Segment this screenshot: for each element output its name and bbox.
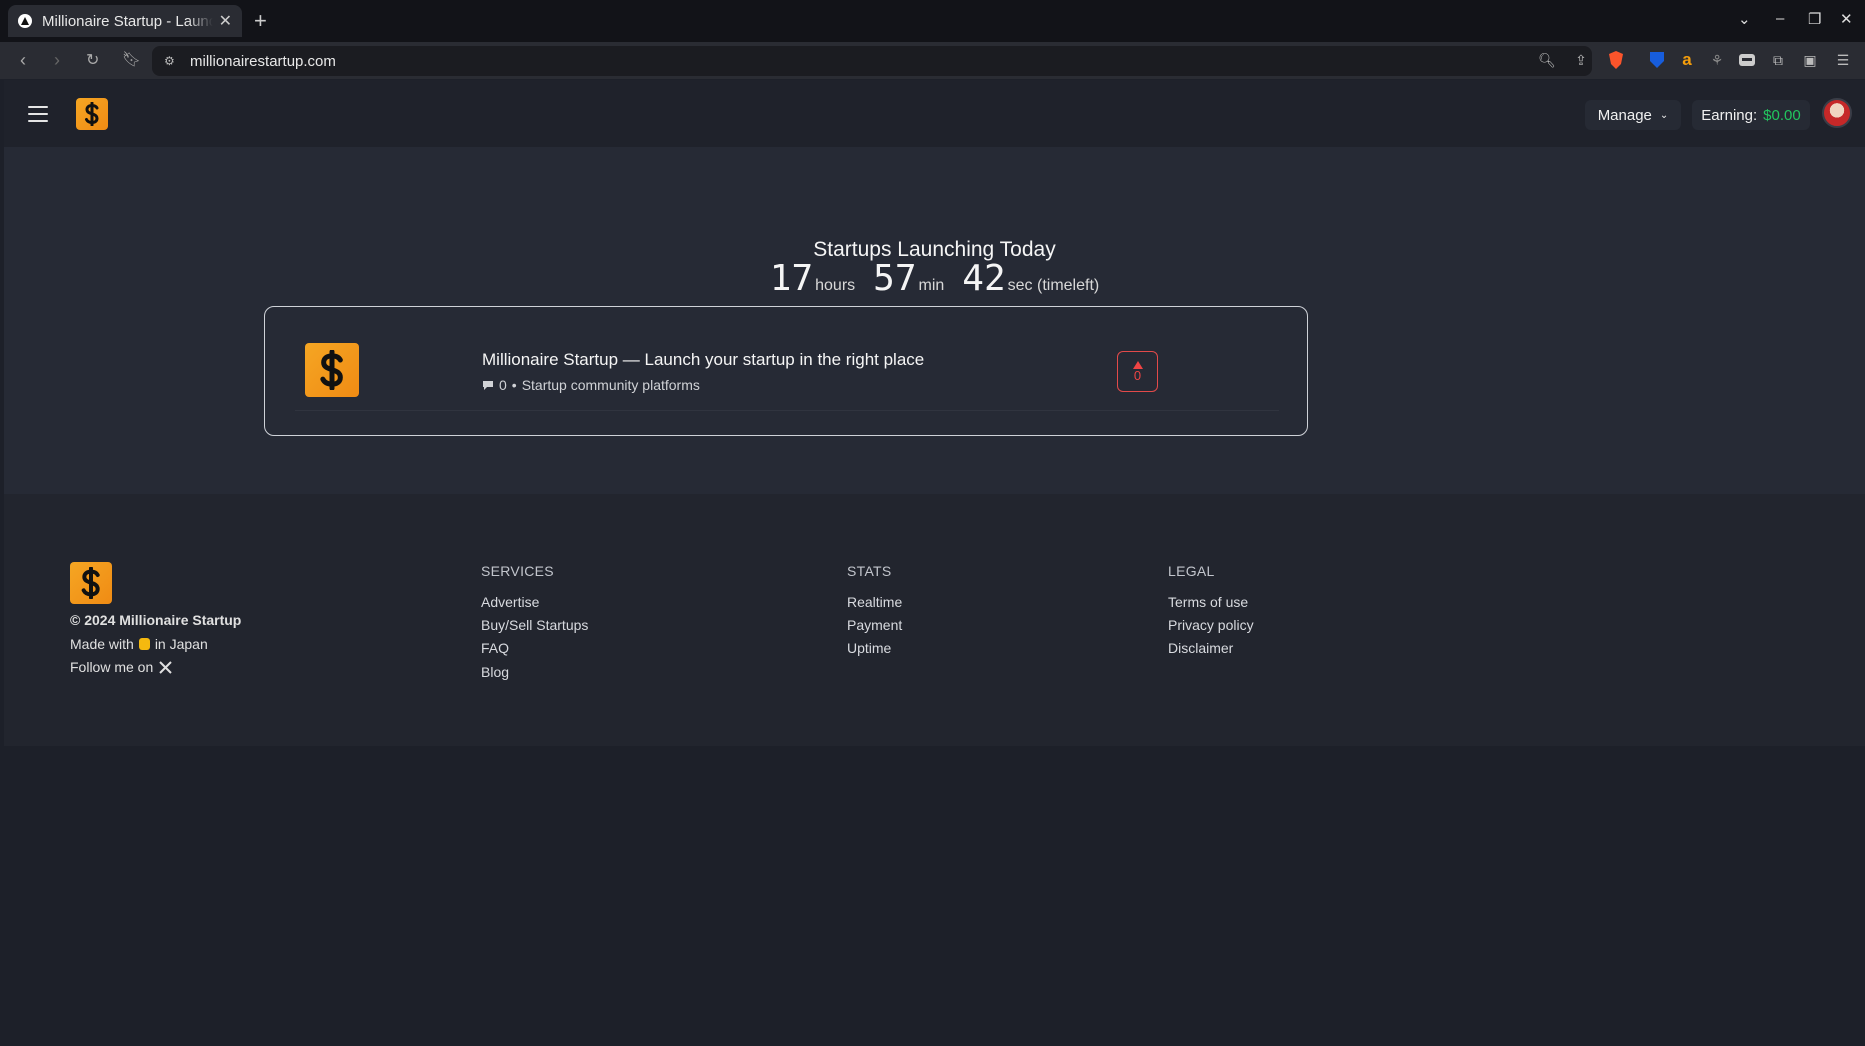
chevron-down-icon: ⌄ (1659, 109, 1669, 121)
footer-link-realtime[interactable]: Realtime (847, 594, 902, 610)
browser-toolbar: ‹ › ↻ 🔖︎ ⚙︎ millionairestartup.com 🔍︎ ⇪ … (0, 42, 1865, 79)
upvote-button[interactable]: 0 (1117, 351, 1158, 392)
browser-tab[interactable]: Millionaire Startup - Launch ✕ (8, 5, 242, 37)
extensions-icon[interactable]: ⧉ (1769, 51, 1787, 69)
manage-dropdown[interactable]: Manage ⌄ (1585, 100, 1681, 130)
countdown-timer: 17 hours 57 min 42 sec (timeleft) (4, 258, 1865, 299)
menu-icon[interactable]: ☰ (1834, 51, 1852, 69)
minimize-button[interactable]: – (1776, 10, 1784, 27)
fist-icon (138, 638, 150, 650)
footer-heading-legal: LEGAL (1168, 563, 1215, 579)
footer-link-disclaimer[interactable]: Disclaimer (1168, 640, 1233, 656)
upvote-count: 0 (1133, 367, 1142, 383)
dollar-icon (81, 567, 100, 599)
follow-label: Follow me on (70, 659, 154, 675)
footer-heading-services: SERVICES (481, 563, 554, 579)
bitwarden-icon[interactable] (1648, 51, 1666, 69)
footer: © 2024 Millionaire Startup Made with in … (4, 494, 1865, 746)
extension-icon[interactable] (1738, 51, 1756, 69)
url-text: millionairestartup.com (190, 52, 336, 70)
footer-link-privacy[interactable]: Privacy policy (1168, 617, 1254, 633)
bookmark-icon[interactable]: 🔖︎ (122, 50, 141, 68)
restore-button[interactable]: ❐ (1808, 10, 1821, 28)
seconds-unit: sec (timeleft) (1007, 277, 1100, 294)
forward-icon[interactable]: › (54, 50, 60, 71)
footer-heading-stats: STATS (847, 563, 892, 579)
tab-title: Millionaire Startup - Launch (42, 12, 213, 30)
zoom-icon[interactable]: 🔍︎ (1538, 51, 1556, 69)
earning-label: Earning: (1701, 106, 1758, 124)
startup-logo[interactable] (305, 343, 359, 397)
seconds-value: 42 (962, 258, 1006, 299)
avatar[interactable] (1822, 98, 1852, 128)
minutes-unit: min (918, 277, 945, 294)
startup-meta: 0 • Startup community platforms (482, 377, 700, 393)
extension-icon[interactable]: ⚘ (1708, 51, 1726, 69)
footer-link-payment[interactable]: Payment (847, 617, 902, 633)
browser-tabstrip: Millionaire Startup - Launch ✕ + ⌄ – ❐ ✕ (0, 0, 1865, 42)
footer-link-terms[interactable]: Terms of use (1168, 594, 1248, 610)
comment-count: 0 (499, 377, 507, 393)
made-with-line: Made with in Japan (70, 636, 208, 652)
dollar-icon (85, 102, 99, 126)
follow-line: Follow me on (70, 659, 172, 675)
footer-link-uptime[interactable]: Uptime (847, 640, 891, 656)
page-bottom (4, 746, 1865, 1046)
hours-value: 17 (769, 258, 814, 299)
earning-badge[interactable]: Earning: $0.00 (1692, 100, 1810, 130)
footer-link-buy-sell[interactable]: Buy/Sell Startups (481, 617, 588, 633)
app-header: Manage ⌄ Earning: $0.00 (4, 80, 1865, 148)
countdown-minutes: 57 min (873, 258, 944, 299)
back-icon[interactable]: ‹ (20, 50, 26, 71)
brand-logo[interactable] (76, 98, 108, 130)
footer-link-advertise[interactable]: Advertise (481, 594, 539, 610)
countdown-seconds: 42 sec (timeleft) (962, 258, 1099, 299)
meta-separator: • (511, 377, 517, 393)
manage-label: Manage (1597, 106, 1652, 124)
brave-shield-icon[interactable] (1607, 51, 1625, 69)
footer-copyright: © 2024 Millionaire Startup (70, 612, 242, 628)
footer-link-blog[interactable]: Blog (481, 664, 509, 680)
new-tab-button[interactable]: + (254, 8, 267, 34)
sidebar-icon[interactable]: ▣ (1801, 51, 1819, 69)
startup-title[interactable]: Millionaire Startup — Launch your startu… (482, 350, 924, 370)
countdown-hours: 17 hours (770, 258, 855, 299)
reload-icon[interactable]: ↻ (86, 50, 99, 70)
startup-card[interactable]: Millionaire Startup — Launch your startu… (264, 306, 1308, 436)
launch-section: Startups Launching Today 17 hours 57 min 4… (4, 148, 1865, 494)
made-with-suffix: in Japan (154, 636, 208, 652)
earning-value: $0.00 (1763, 106, 1801, 124)
amazon-icon[interactable]: a (1678, 50, 1696, 69)
share-icon[interactable]: ⇪ (1572, 51, 1590, 69)
site-settings-icon[interactable]: ⚙︎ (164, 54, 178, 68)
tab-list-chevron-icon[interactable]: ⌄ (1738, 10, 1751, 28)
hamburger-menu-icon[interactable] (28, 106, 48, 122)
page: Manage ⌄ Earning: $0.00 Startups Launchi… (4, 80, 1865, 1046)
tab-close-icon[interactable]: ✕ (219, 11, 232, 31)
site-favicon-icon (18, 14, 32, 28)
startup-category[interactable]: Startup community platforms (522, 377, 700, 393)
comment-icon (483, 380, 493, 390)
close-window-button[interactable]: ✕ (1840, 10, 1853, 28)
minutes-value: 57 (873, 258, 917, 299)
address-bar[interactable]: ⚙︎ millionairestartup.com (152, 46, 1592, 76)
footer-link-faq[interactable]: FAQ (481, 640, 509, 656)
made-with-prefix: Made with (70, 636, 134, 652)
x-logo-icon[interactable] (159, 660, 172, 674)
hours-unit: hours (815, 277, 856, 294)
footer-logo[interactable] (70, 562, 112, 604)
dollar-icon (320, 350, 343, 390)
